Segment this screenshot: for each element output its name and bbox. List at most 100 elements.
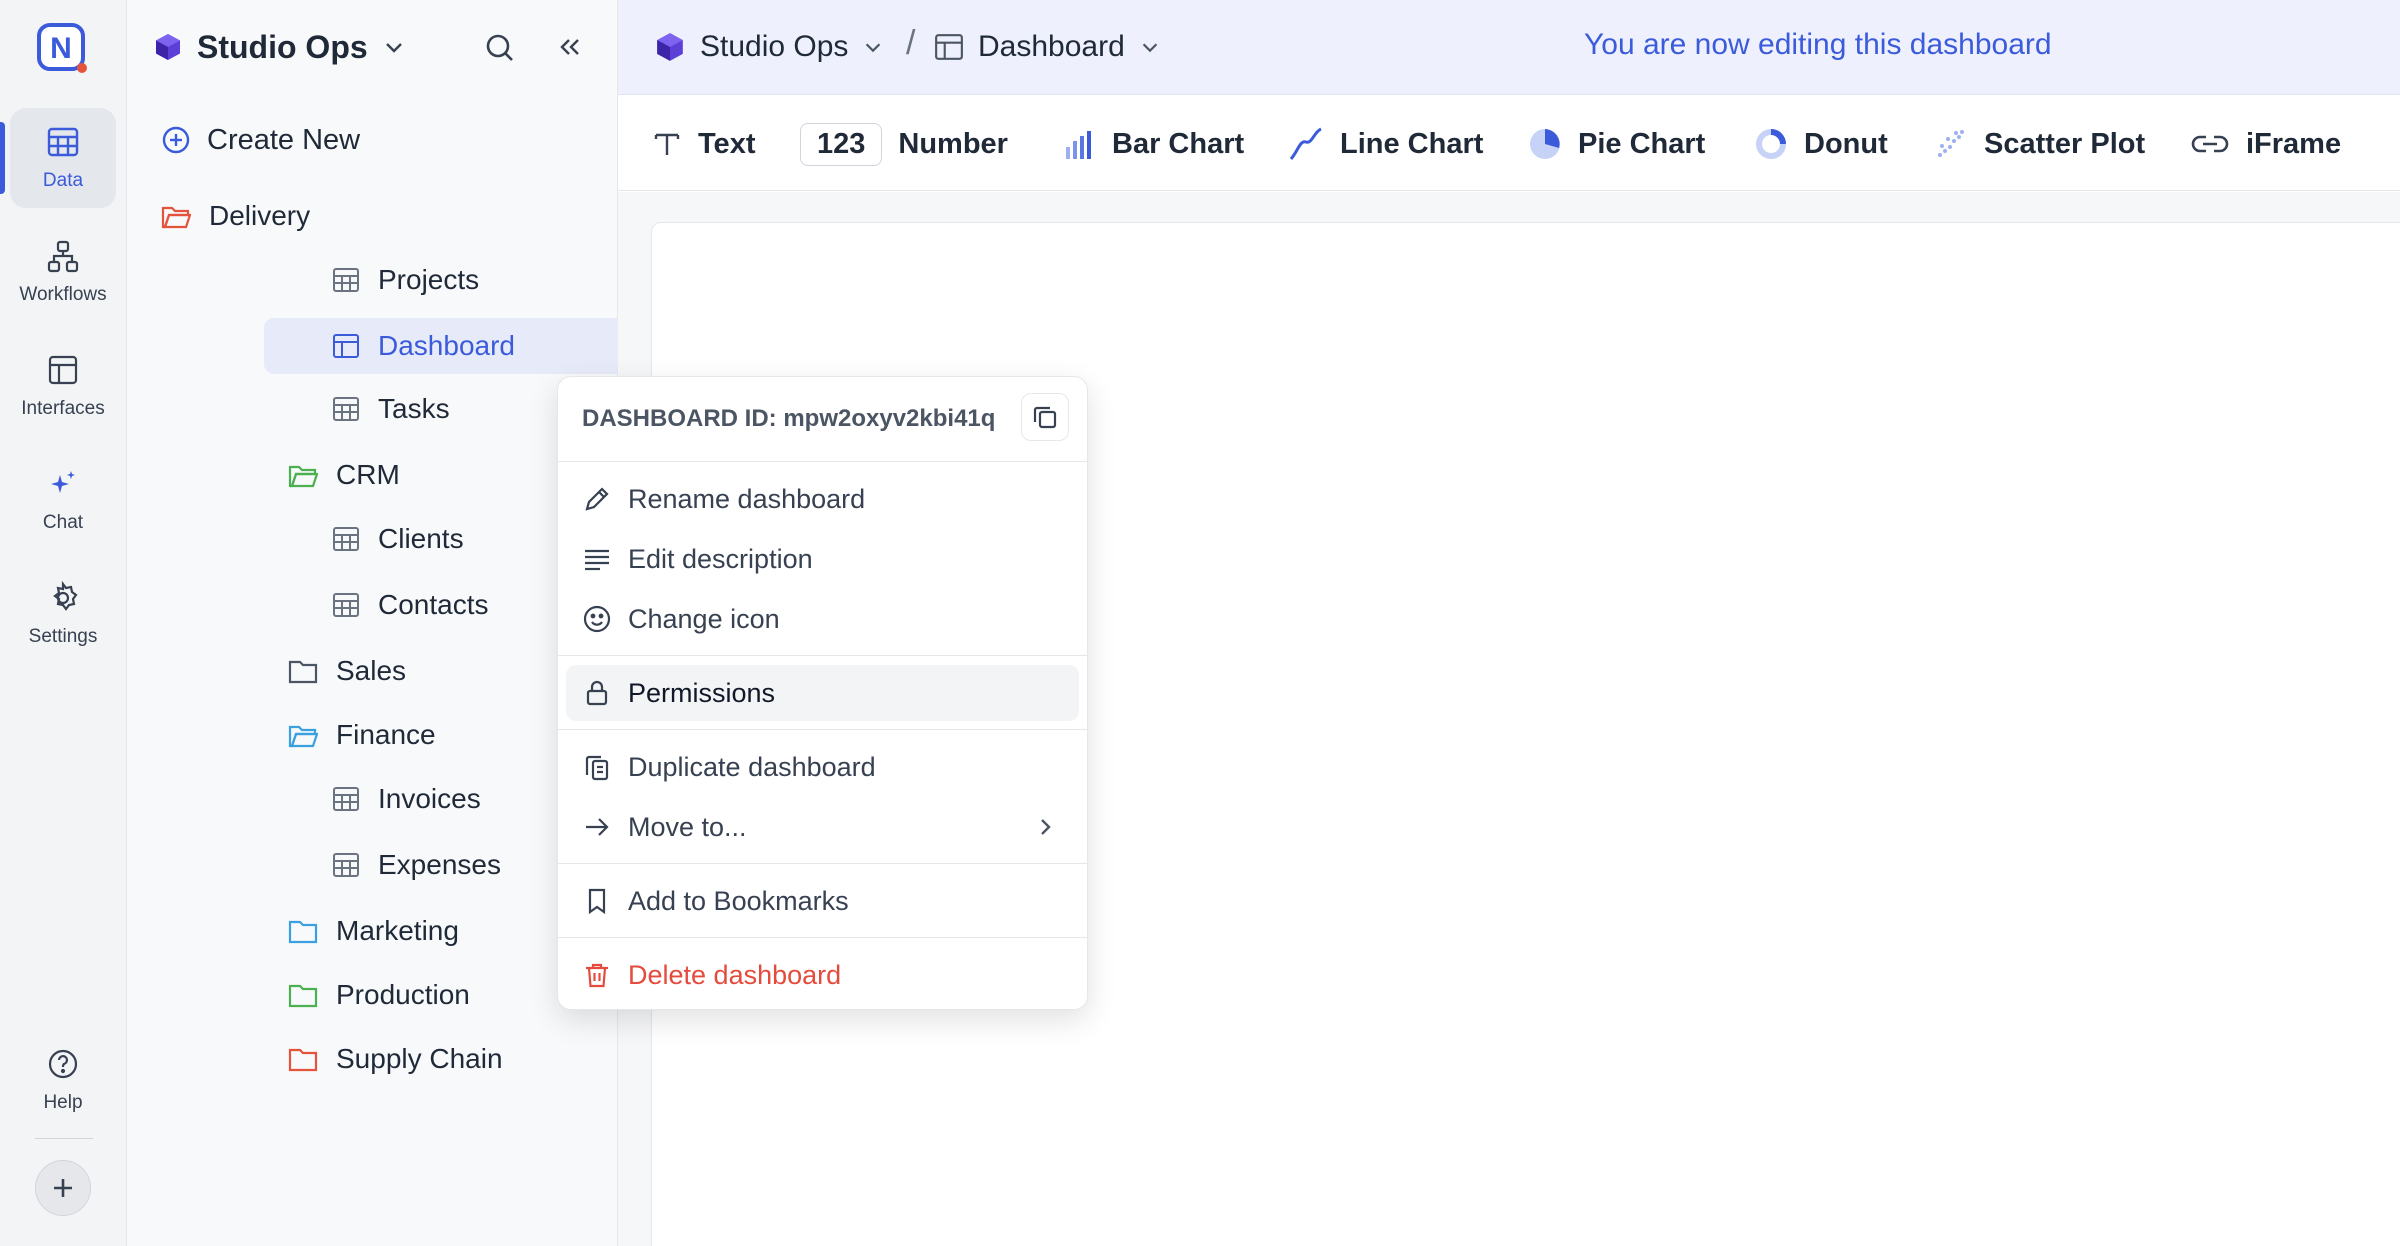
copy-icon <box>1033 406 1057 429</box>
pie-chart-icon <box>1530 129 1560 159</box>
plus-circle-icon <box>162 126 190 154</box>
link-icon <box>2191 135 2229 153</box>
tree-folder-marketing[interactable]: Marketing <box>288 903 459 959</box>
add-pie-chart-widget[interactable]: Pie Chart <box>1528 120 1705 168</box>
add-line-chart-widget[interactable]: Line Chart <box>1288 120 1483 168</box>
menu-label: Duplicate dashboard <box>628 751 876 782</box>
tool-label: Text <box>698 127 756 160</box>
rail-item-data[interactable]: Data <box>10 108 116 208</box>
table-icon <box>333 527 359 551</box>
workspace-name: Studio Ops <box>197 28 368 65</box>
rail-item-settings[interactable]: Settings <box>10 564 116 664</box>
donut-icon <box>1756 129 1786 159</box>
menu-edit-description[interactable]: Edit description <box>566 531 1079 587</box>
add-number-widget[interactable]: 123 Number <box>800 120 1008 168</box>
breadcrumb-separator: / <box>906 24 916 62</box>
menu-delete-dashboard[interactable]: Delete dashboard <box>566 947 1079 1003</box>
rail-item-interfaces[interactable]: Interfaces <box>10 336 116 436</box>
gear-icon <box>53 580 78 611</box>
chevron-down-icon <box>385 43 402 53</box>
rail-label: Data <box>42 170 84 191</box>
tree-folder-finance[interactable]: Finance <box>288 707 436 763</box>
menu-change-icon[interactable]: Change icon <box>566 591 1079 647</box>
folder-icon <box>288 920 318 944</box>
tree-folder-crm[interactable]: CRM <box>288 447 400 503</box>
table-icon <box>333 593 359 617</box>
search-button[interactable] <box>480 28 520 68</box>
dashboard-id-label: DASHBOARD ID: mpw2oxyv2kbi41q <box>582 405 996 432</box>
rail-item-workflows[interactable]: Workflows <box>10 222 116 322</box>
search-icon <box>486 34 513 61</box>
breadcrumb-workspace-label: Studio Ops <box>700 30 849 63</box>
tree-table-expenses[interactable]: Expenses <box>332 837 501 893</box>
folder-open-icon <box>288 725 318 748</box>
rail-item-chat[interactable]: Chat <box>10 450 116 550</box>
tree-label: Supply Chain <box>336 1043 503 1074</box>
add-button[interactable] <box>35 1160 91 1216</box>
line-chart-icon <box>1289 127 1322 160</box>
tree-folder-sales[interactable]: Sales <box>288 643 406 699</box>
add-scatter-plot-widget[interactable]: Scatter Plot <box>1934 120 2145 168</box>
smiley-icon <box>583 605 611 633</box>
text-icon <box>654 133 680 155</box>
tree-table-projects[interactable]: Projects <box>332 252 479 308</box>
collapse-sidebar-button[interactable] <box>549 28 589 68</box>
app-logo[interactable]: N <box>36 22 88 74</box>
menu-divider <box>558 461 1087 462</box>
tree-label: Contacts <box>378 589 489 620</box>
tree-label: Production <box>336 979 470 1010</box>
duplicate-icon <box>585 755 609 781</box>
workflow-icon <box>47 240 79 273</box>
folder-open-icon <box>161 206 191 229</box>
folder-icon <box>288 984 318 1008</box>
breadcrumb-workspace[interactable]: Studio Ops <box>654 24 884 70</box>
tree-folder-production[interactable]: Production <box>288 967 470 1023</box>
menu-move-to[interactable]: Move to... <box>566 799 1079 855</box>
menu-permissions[interactable]: Permissions <box>566 665 1079 721</box>
tree-table-clients[interactable]: Clients <box>332 511 464 567</box>
tree-label: CRM <box>336 459 400 490</box>
rail-item-help[interactable]: Help <box>10 1030 116 1130</box>
add-bar-chart-widget[interactable]: Bar Chart <box>1062 120 1244 168</box>
tree-label: Marketing <box>336 915 459 946</box>
lines-icon <box>585 549 609 571</box>
breadcrumb-page-label: Dashboard <box>978 30 1125 63</box>
tree-label: Delivery <box>209 200 311 231</box>
app-rail: N Data Workflows Interfaces Chat Setting… <box>0 0 127 1246</box>
add-text-widget[interactable]: Text <box>652 120 755 168</box>
tree-label: Sales <box>336 655 407 686</box>
menu-divider <box>558 655 1087 656</box>
add-donut-widget[interactable]: Donut <box>1754 120 1888 168</box>
rail-label: Interfaces <box>21 398 105 419</box>
table-icon <box>333 787 359 811</box>
workspace-switcher[interactable]: Studio Ops <box>153 22 406 72</box>
copy-id-button[interactable] <box>1021 393 1069 441</box>
menu-rename-dashboard[interactable]: Rename dashboard <box>566 471 1079 527</box>
tool-label: Line Chart <box>1340 127 1484 160</box>
help-icon <box>48 1049 78 1079</box>
tree-folder-supply-chain[interactable]: Supply Chain <box>288 1031 503 1087</box>
tree-folder-delivery[interactable]: Delivery <box>161 188 310 244</box>
tool-label: Donut <box>1804 127 1888 160</box>
create-new-label: Create New <box>207 123 361 156</box>
tree-label: Finance <box>336 719 436 750</box>
rail-label: Settings <box>28 626 98 647</box>
breadcrumb-page[interactable]: Dashboard <box>934 24 1161 70</box>
create-new-button[interactable]: Create New <box>161 116 360 164</box>
tree-table-invoices[interactable]: Invoices <box>332 771 481 827</box>
tree-label: Tasks <box>378 393 450 424</box>
table-icon <box>333 397 359 421</box>
menu-add-to-bookmarks[interactable]: Add to Bookmarks <box>566 873 1079 929</box>
bookmark-icon <box>588 888 606 915</box>
menu-divider <box>558 863 1087 864</box>
menu-label: Add to Bookmarks <box>628 885 849 916</box>
tree-table-contacts[interactable]: Contacts <box>332 577 489 633</box>
tool-label: Number <box>898 127 1008 160</box>
tree-label: Dashboard <box>378 330 515 361</box>
edit-mode-banner: You are now editing this dashboard <box>1584 28 2052 61</box>
arrow-right-icon <box>586 818 609 836</box>
table-icon <box>333 853 359 877</box>
add-iframe-widget[interactable]: iFrame <box>2190 120 2341 168</box>
tree-table-tasks[interactable]: Tasks <box>332 381 450 437</box>
menu-duplicate-dashboard[interactable]: Duplicate dashboard <box>566 739 1079 795</box>
